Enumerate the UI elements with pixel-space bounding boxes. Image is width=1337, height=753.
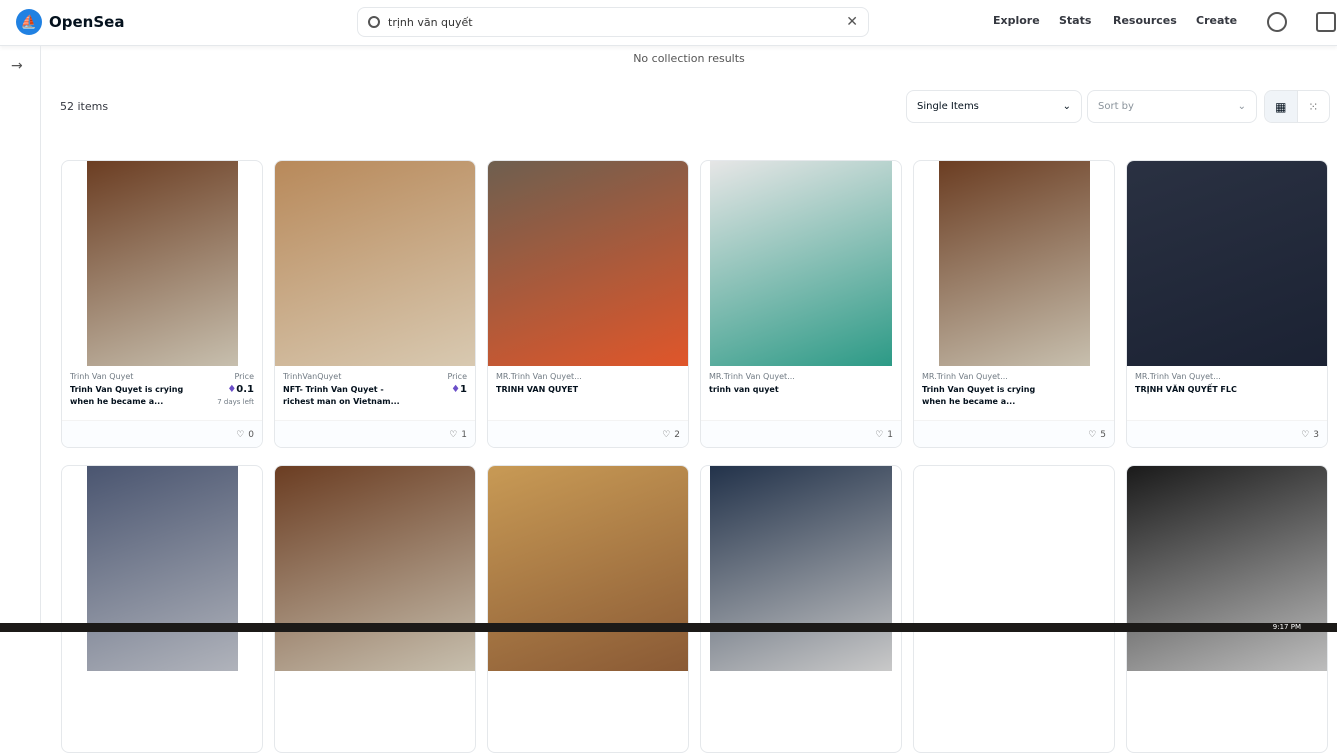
- nft-image[interactable]: [275, 466, 475, 671]
- search-bar: ✕: [357, 7, 869, 37]
- heart-icon[interactable]: ♡: [236, 430, 244, 440]
- nft-title: TRỊNH VĂN QUYẾT FLC: [1135, 385, 1237, 394]
- filter-sidebar: →: [0, 46, 41, 626]
- logo-text: OpenSea: [49, 13, 125, 31]
- nft-card[interactable]: [1126, 465, 1328, 753]
- opensea-logo[interactable]: ⛵ OpenSea: [16, 9, 124, 35]
- nft-image[interactable]: [488, 161, 688, 366]
- boat-icon: ⛵: [16, 9, 42, 35]
- nft-title: Trinh Van Quyet is crying when he became…: [70, 385, 184, 406]
- collection-name[interactable]: MR.Trinh Van Quyet...: [1135, 372, 1319, 381]
- nav-create[interactable]: Create: [1196, 14, 1237, 27]
- nft-title: TRINH VAN QUYET: [496, 385, 579, 394]
- dropdown-value: Single Items: [917, 101, 979, 112]
- heart-icon[interactable]: ♡: [875, 430, 883, 440]
- price-value: ♦1: [451, 384, 467, 395]
- eth-icon: ♦: [227, 384, 237, 395]
- nft-card[interactable]: MR.Trinh Van Quyet... TRINH VAN QUYET ♡ 2: [487, 160, 689, 448]
- like-count: 1: [887, 429, 893, 440]
- wallet-icon[interactable]: [1316, 12, 1336, 32]
- price-value: ♦0.1: [227, 384, 254, 395]
- time-left: 7 days left: [217, 398, 254, 406]
- eth-icon: ♦: [451, 384, 461, 395]
- nft-image[interactable]: [1127, 466, 1327, 671]
- nav-stats[interactable]: Stats: [1059, 14, 1091, 27]
- price-label: Price: [234, 372, 254, 381]
- collection-name[interactable]: MR.Trinh Van Quyet...: [922, 372, 1106, 381]
- sort-dropdown[interactable]: Sort by ⌄: [1087, 90, 1257, 123]
- heart-icon[interactable]: ♡: [1088, 430, 1096, 440]
- nft-card[interactable]: TrinhVanQuyet NFT- Trinh Van Quyet - rich…: [274, 160, 476, 448]
- nft-title: NFT- Trinh Van Quyet - richest man on Vi…: [283, 385, 400, 406]
- nft-image[interactable]: [914, 161, 1114, 366]
- nft-image[interactable]: [914, 466, 1114, 671]
- chevron-down-icon: ⌄: [1062, 101, 1071, 112]
- nft-card[interactable]: Trinh Van Quyet Trinh Van Quyet is crying…: [61, 160, 263, 448]
- collection-name[interactable]: TrinhVanQuyet: [283, 372, 467, 381]
- top-nav: ⛵ OpenSea ✕ Explore Stats Resources Crea…: [0, 0, 1337, 46]
- large-grid-icon[interactable]: ▦: [1265, 91, 1298, 122]
- nft-card[interactable]: [487, 465, 689, 753]
- nft-image[interactable]: [701, 466, 901, 671]
- nft-image[interactable]: [1127, 161, 1327, 366]
- nft-image[interactable]: [275, 161, 475, 366]
- item-type-dropdown[interactable]: Single Items ⌄: [906, 90, 1082, 123]
- search-input[interactable]: [388, 15, 847, 29]
- nft-image[interactable]: [62, 466, 262, 671]
- nft-card[interactable]: [700, 465, 902, 753]
- nft-image[interactable]: [488, 466, 688, 671]
- nft-card[interactable]: MR.Trinh Van Quyet... Trinh Van Quyet is …: [913, 160, 1115, 448]
- view-toggle: ▦ ⁙: [1264, 90, 1330, 123]
- nft-title: trinh van quyet: [709, 385, 779, 394]
- account-icon[interactable]: [1267, 12, 1287, 32]
- nft-image[interactable]: [701, 161, 901, 366]
- no-collection-results: No collection results: [633, 52, 745, 65]
- collection-name[interactable]: MR.Trinh Van Quyet...: [709, 372, 893, 381]
- price-label: Price: [447, 372, 467, 381]
- item-count: 52 items: [60, 100, 109, 113]
- search-icon: [368, 16, 380, 28]
- small-grid-icon[interactable]: ⁙: [1298, 91, 1330, 122]
- like-count: 1: [461, 429, 467, 440]
- nav-resources[interactable]: Resources: [1113, 14, 1177, 27]
- nft-card[interactable]: [274, 465, 476, 753]
- nft-title: Trinh Van Quyet is crying when he became…: [922, 385, 1036, 406]
- nft-card[interactable]: MR.Trinh Van Quyet... trinh van quyet ♡ 1: [700, 160, 902, 448]
- nft-image[interactable]: [62, 161, 262, 366]
- like-count: 5: [1100, 429, 1106, 440]
- taskbar: 9:17 PM: [0, 623, 1337, 632]
- nft-card[interactable]: [61, 465, 263, 753]
- collection-name[interactable]: MR.Trinh Van Quyet...: [496, 372, 680, 381]
- like-count: 3: [1313, 429, 1319, 440]
- clear-search-icon[interactable]: ✕: [846, 14, 858, 30]
- nft-card[interactable]: [913, 465, 1115, 753]
- heart-icon[interactable]: ♡: [449, 430, 457, 440]
- like-count: 2: [674, 429, 680, 440]
- like-count: 0: [248, 429, 254, 440]
- expand-arrow-icon[interactable]: →: [11, 58, 23, 74]
- sort-placeholder: Sort by: [1098, 101, 1134, 112]
- chevron-down-icon: ⌄: [1237, 101, 1246, 112]
- heart-icon[interactable]: ♡: [662, 430, 670, 440]
- clock: 9:17 PM: [1272, 623, 1301, 631]
- nft-card[interactable]: MR.Trinh Van Quyet... TRỊNH VĂN QUYẾT FLC…: [1126, 160, 1328, 448]
- nav-explore[interactable]: Explore: [993, 14, 1040, 27]
- heart-icon[interactable]: ♡: [1301, 430, 1309, 440]
